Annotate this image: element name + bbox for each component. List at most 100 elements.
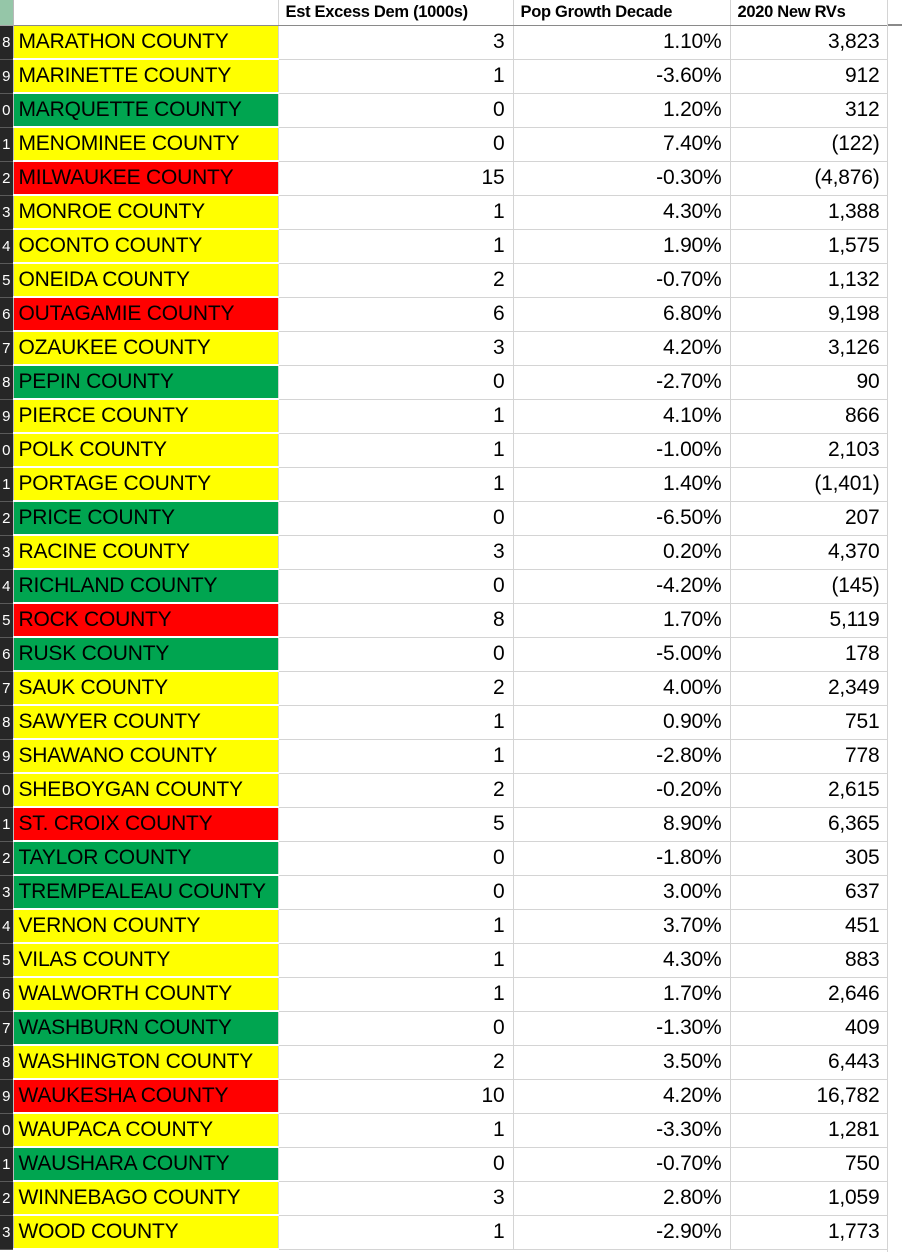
cell-est-excess-dem[interactable]: 3: [277, 25, 514, 60]
cell-county-name[interactable]: MILWAUKEE COUNTY: [13, 161, 278, 196]
cell-est-excess-dem[interactable]: 8: [277, 603, 514, 638]
cell-county-name[interactable]: WAUSHARA COUNTY: [13, 1147, 278, 1182]
cell-est-excess-dem[interactable]: 1: [277, 433, 514, 468]
cell-pop-growth-decade[interactable]: 1.40%: [513, 467, 731, 502]
row-number-header[interactable]: 4: [0, 569, 14, 604]
column-header-est-excess-dem[interactable]: Est Excess Dem (1000s): [277, 0, 514, 26]
table-row[interactable]: 5 ROCK COUNTY 8 1.70% 5,119: [0, 603, 889, 638]
cell-est-excess-dem[interactable]: 1: [277, 229, 514, 264]
cell-est-excess-dem[interactable]: 2: [277, 671, 514, 706]
cell-new-rvs-2020[interactable]: (4,876): [730, 161, 889, 196]
cell-county-name[interactable]: WINNEBAGO COUNTY: [13, 1181, 278, 1216]
cell-new-rvs-2020[interactable]: 1,773: [730, 1215, 889, 1250]
cell-est-excess-dem[interactable]: 1: [277, 705, 514, 740]
cell-est-excess-dem[interactable]: 10: [277, 1079, 514, 1114]
cell-est-excess-dem[interactable]: 2: [277, 263, 514, 298]
cell-est-excess-dem[interactable]: 6: [277, 297, 514, 332]
table-row[interactable]: 3 WOOD COUNTY 1 -2.90% 1,773: [0, 1215, 889, 1250]
cell-pop-growth-decade[interactable]: -0.30%: [513, 161, 731, 196]
cell-pop-growth-decade[interactable]: 4.20%: [513, 1079, 731, 1114]
select-all-corner[interactable]: [0, 0, 14, 26]
cell-pop-growth-decade[interactable]: 4.30%: [513, 195, 731, 230]
row-number-header[interactable]: 1: [0, 467, 14, 502]
cell-est-excess-dem[interactable]: 0: [277, 569, 514, 604]
cell-new-rvs-2020[interactable]: (122): [730, 127, 889, 162]
cell-est-excess-dem[interactable]: 3: [277, 535, 514, 570]
table-row[interactable]: 7 WASHBURN COUNTY 0 -1.30% 409: [0, 1011, 889, 1046]
cell-new-rvs-2020[interactable]: 312: [730, 93, 889, 128]
cell-pop-growth-decade[interactable]: 3.00%: [513, 875, 731, 910]
cell-pop-growth-decade[interactable]: 6.80%: [513, 297, 731, 332]
cell-county-name[interactable]: MARQUETTE COUNTY: [13, 93, 278, 128]
row-number-header[interactable]: 2: [0, 501, 14, 536]
cell-est-excess-dem[interactable]: 0: [277, 875, 514, 910]
row-number-header[interactable]: 3: [0, 535, 14, 570]
cell-est-excess-dem[interactable]: 3: [277, 1181, 514, 1216]
row-number-header[interactable]: 9: [0, 739, 14, 774]
cell-new-rvs-2020[interactable]: 3,126: [730, 331, 889, 366]
cell-est-excess-dem[interactable]: 1: [277, 1215, 514, 1250]
cell-county-name[interactable]: VILAS COUNTY: [13, 943, 278, 978]
cell-county-name[interactable]: MARATHON COUNTY: [13, 25, 278, 60]
cell-pop-growth-decade[interactable]: -5.00%: [513, 637, 731, 672]
row-number-header[interactable]: 0: [0, 93, 14, 128]
table-row[interactable]: 0 WAUPACA COUNTY 1 -3.30% 1,281: [0, 1113, 889, 1148]
table-row[interactable]: 2 PRICE COUNTY 0 -6.50% 207: [0, 501, 889, 536]
cell-est-excess-dem[interactable]: 2: [277, 1045, 514, 1080]
cell-new-rvs-2020[interactable]: 883: [730, 943, 889, 978]
row-number-header[interactable]: 7: [0, 1011, 14, 1046]
cell-est-excess-dem[interactable]: 1: [277, 977, 514, 1012]
cell-est-excess-dem[interactable]: 1: [277, 1113, 514, 1148]
cell-county-name[interactable]: WASHBURN COUNTY: [13, 1011, 278, 1046]
cell-county-name[interactable]: TAYLOR COUNTY: [13, 841, 278, 876]
cell-est-excess-dem[interactable]: 0: [277, 841, 514, 876]
cell-county-name[interactable]: PRICE COUNTY: [13, 501, 278, 536]
cell-new-rvs-2020[interactable]: 1,575: [730, 229, 889, 264]
table-row[interactable]: 0 SHEBOYGAN COUNTY 2 -0.20% 2,615: [0, 773, 889, 808]
table-row[interactable]: 1 WAUSHARA COUNTY 0 -0.70% 750: [0, 1147, 889, 1182]
cell-new-rvs-2020[interactable]: 451: [730, 909, 889, 944]
cell-county-name[interactable]: SAWYER COUNTY: [13, 705, 278, 740]
cell-county-name[interactable]: PORTAGE COUNTY: [13, 467, 278, 502]
row-number-header[interactable]: 4: [0, 909, 14, 944]
cell-new-rvs-2020[interactable]: (1,401): [730, 467, 889, 502]
cell-county-name[interactable]: MONROE COUNTY: [13, 195, 278, 230]
row-number-header[interactable]: 7: [0, 671, 14, 706]
cell-county-name[interactable]: PIERCE COUNTY: [13, 399, 278, 434]
table-row[interactable]: 2 WINNEBAGO COUNTY 3 2.80% 1,059: [0, 1181, 889, 1216]
cell-pop-growth-decade[interactable]: -2.80%: [513, 739, 731, 774]
cell-new-rvs-2020[interactable]: 1,281: [730, 1113, 889, 1148]
cell-new-rvs-2020[interactable]: 866: [730, 399, 889, 434]
cell-county-name[interactable]: PEPIN COUNTY: [13, 365, 278, 400]
cell-new-rvs-2020[interactable]: 2,103: [730, 433, 889, 468]
cell-pop-growth-decade[interactable]: -3.30%: [513, 1113, 731, 1148]
cell-new-rvs-2020[interactable]: 207: [730, 501, 889, 536]
table-row[interactable]: 8 PEPIN COUNTY 0 -2.70% 90: [0, 365, 889, 400]
cell-new-rvs-2020[interactable]: 178: [730, 637, 889, 672]
cell-new-rvs-2020[interactable]: 778: [730, 739, 889, 774]
table-row[interactable]: 5 ONEIDA COUNTY 2 -0.70% 1,132: [0, 263, 889, 298]
cell-county-name[interactable]: WAUKESHA COUNTY: [13, 1079, 278, 1114]
cell-new-rvs-2020[interactable]: 1,132: [730, 263, 889, 298]
cell-new-rvs-2020[interactable]: 2,646: [730, 977, 889, 1012]
cell-new-rvs-2020[interactable]: 5,119: [730, 603, 889, 638]
column-header-county[interactable]: [13, 0, 278, 26]
cell-pop-growth-decade[interactable]: 2.80%: [513, 1181, 731, 1216]
cell-pop-growth-decade[interactable]: -2.90%: [513, 1215, 731, 1250]
cell-pop-growth-decade[interactable]: 0.90%: [513, 705, 731, 740]
cell-new-rvs-2020[interactable]: 751: [730, 705, 889, 740]
table-row[interactable]: 6 WALWORTH COUNTY 1 1.70% 2,646: [0, 977, 889, 1012]
table-row[interactable]: 4 VERNON COUNTY 1 3.70% 451: [0, 909, 889, 944]
cell-county-name[interactable]: SHEBOYGAN COUNTY: [13, 773, 278, 808]
cell-new-rvs-2020[interactable]: 2,615: [730, 773, 889, 808]
cell-est-excess-dem[interactable]: 0: [277, 93, 514, 128]
table-row[interactable]: 2 MILWAUKEE COUNTY 15 -0.30% (4,876): [0, 161, 889, 196]
cell-county-name[interactable]: ROCK COUNTY: [13, 603, 278, 638]
row-number-header[interactable]: 9: [0, 399, 14, 434]
column-header-pop-growth-decade[interactable]: Pop Growth Decade: [513, 0, 731, 26]
cell-new-rvs-2020[interactable]: 90: [730, 365, 889, 400]
cell-pop-growth-decade[interactable]: 1.10%: [513, 25, 731, 60]
row-number-header[interactable]: 4: [0, 229, 14, 264]
cell-new-rvs-2020[interactable]: 750: [730, 1147, 889, 1182]
cell-pop-growth-decade[interactable]: 4.00%: [513, 671, 731, 706]
